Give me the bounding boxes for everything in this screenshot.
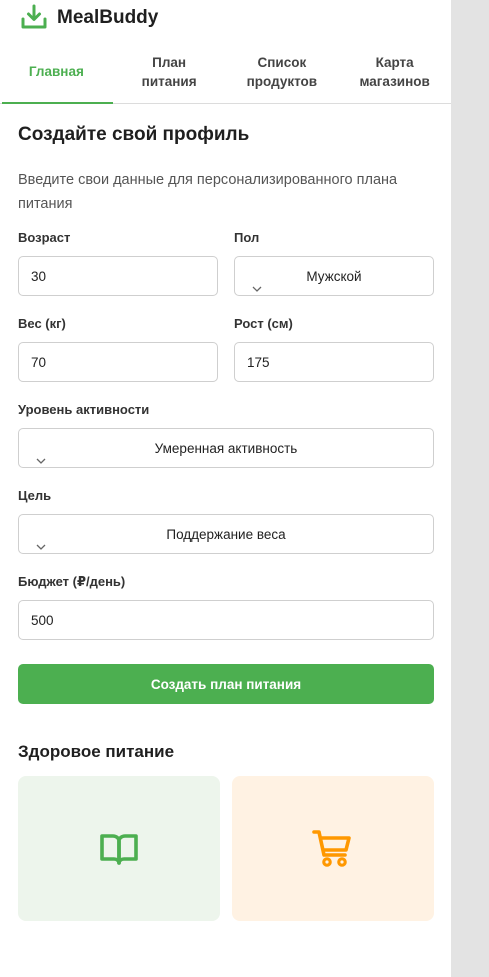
tab-shopping-list[interactable]: Список продуктов [226, 40, 339, 103]
shopping-card[interactable] [232, 776, 434, 921]
section-title-healthy: Здоровое питание [18, 742, 175, 761]
activity-label: Уровень активности [18, 402, 150, 417]
age-label: Возраст [18, 230, 71, 245]
page-title: Создайте свой профиль [18, 124, 250, 145]
book-icon [100, 833, 138, 865]
chevron-down-icon [36, 544, 46, 550]
tab-meal-plan-label: План питания [142, 53, 197, 91]
tab-store-map-label: Карта магазинов [359, 53, 429, 91]
page-subtitle: Введите свои данные для персонализирован… [18, 172, 398, 212]
cart-icon [312, 829, 351, 867]
tab-shopping-list-line1: Список [257, 54, 307, 70]
budget-label: Бюджет (₽/день) [18, 574, 126, 589]
age-group: Возраст 30 [18, 230, 218, 296]
app-header: MealBuddy [0, 0, 451, 40]
tab-meal-plan-line1: План [152, 54, 187, 70]
profile-form: Создайте свой профиль Введите свои данны… [0, 124, 451, 921]
app-title: MealBuddy [57, 7, 159, 28]
weight-input[interactable]: 70 [18, 342, 218, 382]
activity-select[interactable]: Умеренная активность [18, 428, 434, 468]
gender-label: Пол [234, 230, 260, 245]
recipes-card[interactable] [18, 776, 220, 921]
gender-select-value: Мужской [306, 268, 362, 284]
download-icon [19, 2, 49, 32]
tab-meal-plan[interactable]: План питания [113, 40, 226, 103]
goal-label: Цель [18, 488, 52, 503]
create-meal-plan-button[interactable]: Создать план питания [18, 664, 434, 704]
main-tabs: Главная План питания Список продуктов Ка… [0, 40, 451, 104]
gender-group: Пол Мужской [234, 230, 434, 296]
budget-input[interactable]: 500 [18, 600, 434, 640]
tab-meal-plan-line2: питания [141, 73, 197, 89]
tab-store-map[interactable]: Карта магазинов [338, 40, 451, 103]
chevron-down-icon [252, 286, 262, 292]
tab-store-map-line2: магазинов [359, 73, 430, 89]
chevron-down-icon [36, 458, 46, 464]
tab-home[interactable]: Главная [0, 40, 113, 104]
app-panel: MealBuddy Главная План питания Список пр… [0, 0, 451, 977]
budget-group: Бюджет (₽/день) 500 [18, 574, 434, 640]
height-group: Рост (см) 175 [234, 316, 434, 382]
tab-home-label: Главная [28, 64, 84, 79]
gender-select[interactable]: Мужской [234, 256, 434, 296]
age-input[interactable]: 30 [18, 256, 218, 296]
tab-shopping-list-line2: продуктов [246, 73, 318, 89]
goal-select[interactable]: Поддержание веса [18, 514, 434, 554]
activity-group: Уровень активности Умеренная активность [18, 402, 434, 468]
height-label: Рост (см) [234, 316, 293, 331]
submit-wrap: Создать план питания [18, 664, 434, 704]
healthy-cards [18, 776, 434, 921]
age-gender-row: Возраст 30 Пол Мужской [18, 230, 434, 296]
goal-group: Цель Поддержание веса [18, 488, 434, 554]
goal-select-value: Поддержание веса [166, 526, 286, 542]
weight-height-row: Вес (кг) 70 Рост (см) 175 [18, 316, 434, 382]
tab-store-map-line1: Карта [375, 54, 414, 70]
activity-select-value: Умеренная активность [154, 440, 298, 456]
weight-group: Вес (кг) 70 [18, 316, 218, 382]
weight-label: Вес (кг) [18, 316, 66, 331]
height-input[interactable]: 175 [234, 342, 434, 382]
tab-shopping-list-label: Список продуктов [247, 53, 317, 91]
